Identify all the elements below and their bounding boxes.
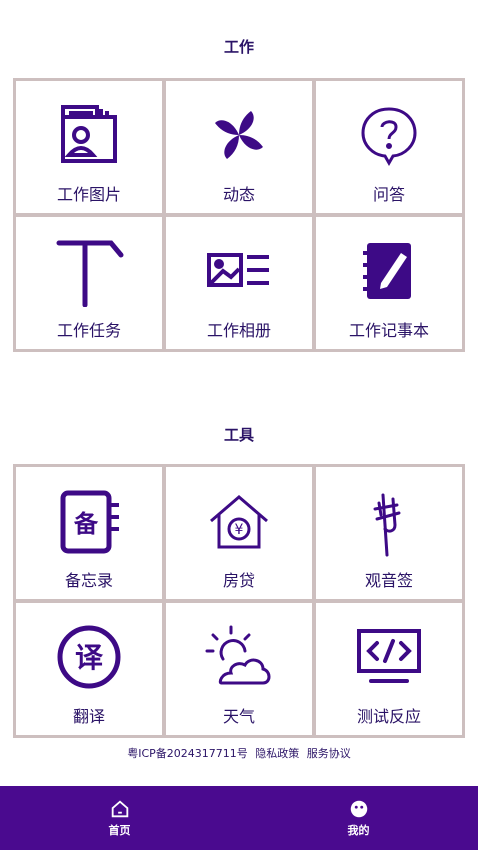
work-photos-tile[interactable]: 工作图片 xyxy=(16,81,162,213)
reaction-test-tile[interactable]: 测试反应 xyxy=(316,603,462,735)
house-yuan-icon: ¥ xyxy=(203,485,275,557)
work-tasks-tile[interactable]: 工作任务 xyxy=(16,217,162,349)
album-list-icon xyxy=(203,235,275,307)
tile-label: 天气 xyxy=(222,707,255,726)
profile-face-icon xyxy=(350,800,367,818)
tee-task-icon xyxy=(53,235,125,307)
tile-label: 翻译 xyxy=(72,707,105,726)
tile-label: 工作任务 xyxy=(56,321,121,340)
tab-home[interactable]: 首页 xyxy=(0,786,239,850)
work-section-title: 工作 xyxy=(223,38,254,56)
qa-tile[interactable]: 问答 xyxy=(316,81,462,213)
work-grid: 工作图片 动态 问答 工作任务 工作相册 工作记事本 xyxy=(13,78,465,352)
home-icon xyxy=(111,800,128,818)
tab-mine[interactable]: 我的 xyxy=(239,786,478,850)
code-monitor-icon xyxy=(353,621,425,693)
agreement-link[interactable]: 服务协议 xyxy=(307,747,351,760)
icp-link[interactable]: 粤ICP备2024317711号 xyxy=(127,747,248,760)
memo-glyph: 备 xyxy=(73,510,99,538)
work-album-tile[interactable]: 工作相册 xyxy=(166,217,312,349)
question-bubble-icon xyxy=(353,99,425,171)
memo-tile[interactable]: 备 备忘录 xyxy=(16,467,162,599)
translate-circle-icon: 译 xyxy=(53,621,125,693)
sun-cloud-icon xyxy=(203,621,275,693)
tools-section-title: 工具 xyxy=(223,426,254,444)
tile-label: 动态 xyxy=(222,185,255,204)
guanyin-tile[interactable]: 观音签 xyxy=(316,467,462,599)
tools-grid: 备 备忘录 ¥ 房贷 观音签 译 翻译 天气 测试反应 xyxy=(13,464,465,738)
tile-label: 工作图片 xyxy=(56,185,121,204)
tab-mine-label: 我的 xyxy=(347,824,370,837)
tile-label: 测试反应 xyxy=(356,707,421,726)
tile-label: 房贷 xyxy=(222,571,255,590)
footer-links: 粤ICP备2024317711号 隐私政策 服务协议 xyxy=(0,745,478,761)
privacy-link[interactable]: 隐私政策 xyxy=(255,747,299,760)
tile-label: 观音签 xyxy=(364,571,413,590)
bottom-tab-bar: 首页 我的 xyxy=(0,786,478,850)
work-notebook-tile[interactable]: 工作记事本 xyxy=(316,217,462,349)
calligraphy-icon xyxy=(353,485,425,557)
memo-book-icon: 备 xyxy=(53,485,125,557)
pinwheel-icon xyxy=(203,99,275,171)
translate-tile[interactable]: 译 翻译 xyxy=(16,603,162,735)
tab-home-label: 首页 xyxy=(108,824,131,837)
tile-label: 工作记事本 xyxy=(348,321,429,340)
tile-label: 问答 xyxy=(372,185,405,204)
weather-tile[interactable]: 天气 xyxy=(166,603,312,735)
mortgage-tile[interactable]: ¥ 房贷 xyxy=(166,467,312,599)
tile-label: 工作相册 xyxy=(206,321,271,340)
notebook-pen-icon xyxy=(353,235,425,307)
photo-id-icon xyxy=(53,99,125,171)
dynamics-tile[interactable]: 动态 xyxy=(166,81,312,213)
translate-glyph: 译 xyxy=(75,641,104,674)
yuan-glyph: ¥ xyxy=(235,522,244,538)
tile-label: 备忘录 xyxy=(64,571,113,590)
